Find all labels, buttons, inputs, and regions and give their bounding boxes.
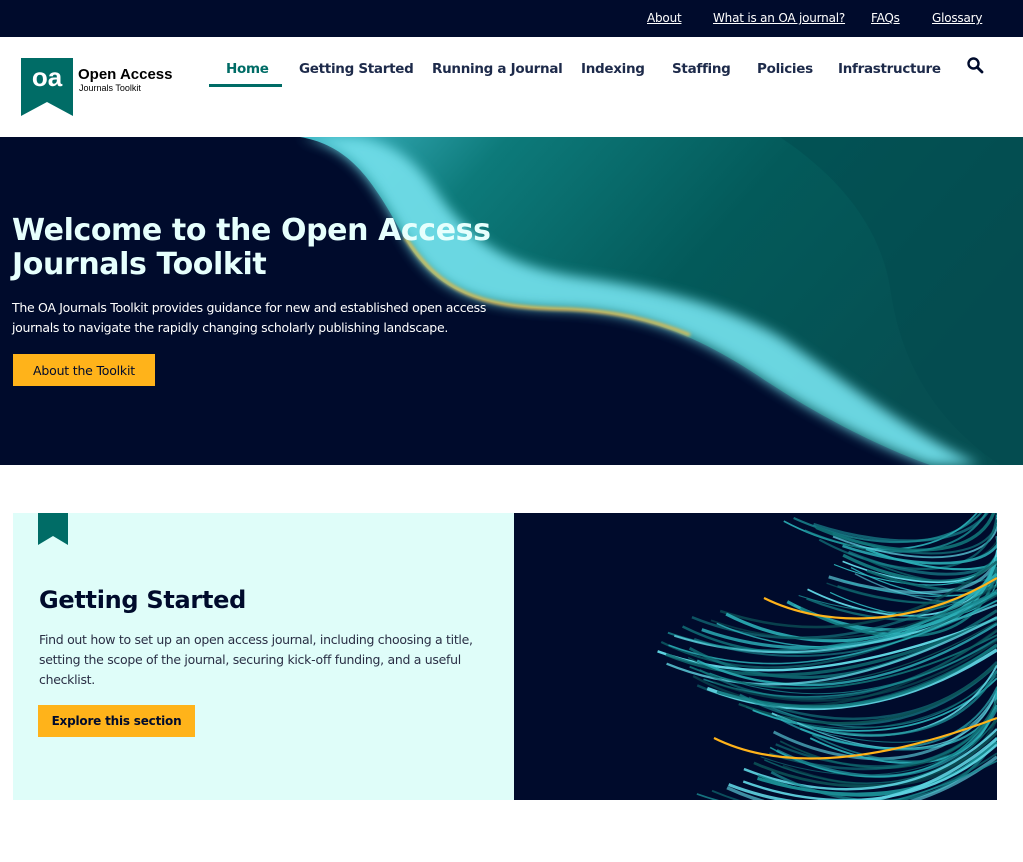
explore-section-button[interactable]: Explore this section [38,705,195,737]
hero-title: Welcome to the Open Access Journals Tool… [12,213,491,282]
nav-item-infrastructure[interactable]: Infrastructure [838,61,941,77]
utility-link-faqs[interactable]: FAQs [871,11,900,25]
oa-logo-badge-icon: oa [21,58,73,116]
site-logo[interactable]: oa Open Access Journals Toolkit [21,58,181,118]
utility-bar: About What is an OA journal? FAQs Glossa… [0,0,1023,37]
bookmark-icon [38,513,68,545]
hero-description: The OA Journals Toolkit provides guidanc… [12,300,487,335]
nav-item-policies[interactable]: Policies [757,61,813,77]
utility-link-what-is-oa-journal[interactable]: What is an OA journal? [713,11,845,25]
logo-subtitle: Journals Toolkit [79,83,141,93]
svg-text:oa: oa [32,62,63,92]
getting-started-image [514,513,997,800]
nav-item-indexing[interactable]: Indexing [581,61,645,77]
card-title: Getting Started [39,586,246,614]
utility-link-glossary[interactable]: Glossary [932,11,982,25]
search-icon[interactable] [966,56,984,74]
nav-item-staffing[interactable]: Staffing [672,61,731,77]
nav-item-running-a-journal[interactable]: Running a Journal [432,61,563,77]
about-toolkit-button[interactable]: About the Toolkit [13,354,155,386]
nav-item-getting-started[interactable]: Getting Started [299,61,414,77]
utility-link-about[interactable]: About [647,11,682,25]
site-header: oa Open Access Journals Toolkit Home Get… [0,37,1023,137]
nav-item-home[interactable]: Home [226,61,269,77]
getting-started-card: Getting Started Find out how to set up a… [13,513,514,800]
card-description: Find out how to set up an open access jo… [39,632,473,687]
active-nav-indicator [209,84,282,87]
logo-title: Open Access [78,66,173,83]
streaks-artwork [657,513,997,800]
hero-banner: Welcome to the Open Access Journals Tool… [0,137,1023,465]
